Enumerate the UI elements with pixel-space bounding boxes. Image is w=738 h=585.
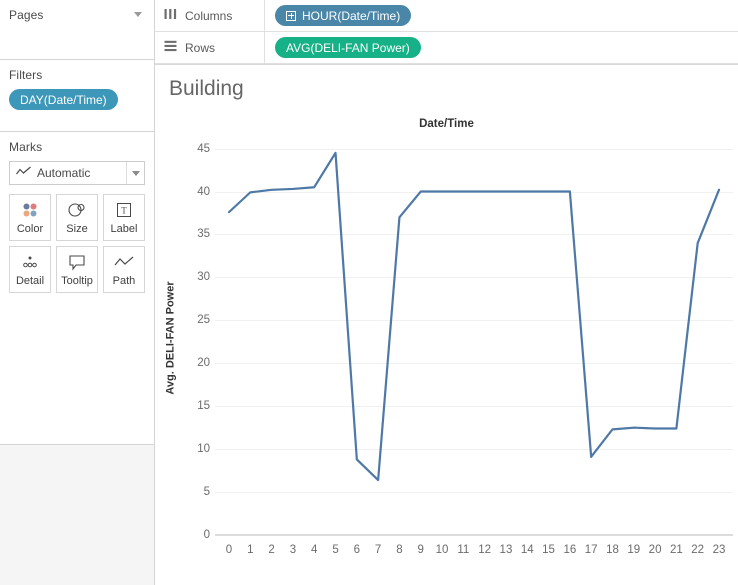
y-axis-tick-label: 10 [197,443,210,456]
marks-buttons-grid: Color Size T Label Detail Tooltip Path [9,194,145,293]
y-axis-tick-label: 20 [197,357,210,370]
marks-color-label: Color [16,223,44,235]
x-axis-tick-label: 21 [669,544,683,556]
x-axis-tick-label: 6 [353,544,361,556]
path-line-icon [114,252,134,272]
y-axis-tick-label: 45 [197,142,210,155]
marks-label-label: Label [110,223,138,235]
x-axis-tick-label: 22 [691,544,705,556]
gridline [215,535,733,536]
y-axis-tick-label: 30 [197,271,210,284]
series-line[interactable] [227,151,721,482]
x-axis-tick-label: 0 [225,544,233,556]
columns-shelf-header: Columns [155,0,265,31]
detail-dots-icon [20,252,40,272]
x-axis-tick-label: 16 [563,544,577,556]
marks-card-title: Marks [9,140,43,154]
rows-shelf-label: Rows [185,40,216,55]
filters-card-title: Filters [9,68,43,82]
y-axis-tick-label: 25 [197,314,210,327]
y-axis-tick-label: 0 [203,529,210,541]
marks-size-label: Size [66,223,88,235]
x-axis-tick-label: 2 [268,544,275,556]
y-axis-tick-label: 15 [197,400,210,413]
left-sidebar: Pages Filters DAY(Date/Time) Marks Autom… [0,0,155,585]
chevron-down-icon[interactable] [126,162,144,184]
x-axis-tick-label: 5 [332,544,339,556]
x-axis-tick-label: 17 [584,544,598,556]
chevron-down-icon[interactable] [134,12,142,17]
color-dots-icon [20,200,40,220]
size-circles-icon [67,200,87,220]
filters-card: Filters DAY(Date/Time) [0,60,154,132]
marks-detail-button[interactable]: Detail [9,246,51,293]
x-axis-field-label: Date/Time [419,118,474,130]
marks-label-button[interactable]: T Label [103,194,145,241]
marks-color-button[interactable]: Color [9,194,51,241]
rows-pill-label: AVG(DELI-FAN Power) [286,40,410,55]
y-axis-tick-label: 35 [197,228,210,241]
sidebar-empty-space [0,444,154,585]
columns-pill-hour-datetime[interactable]: HOUR(Date/Time) [275,5,412,26]
x-axis-tick-label: 1 [247,544,254,556]
x-axis-tick-label: 13 [499,544,513,556]
pages-card: Pages [0,0,154,60]
x-axis-tick-label: 20 [648,544,662,556]
columns-shelf-dropzone[interactable]: HOUR(Date/Time) [265,5,412,26]
rows-pill-avg-deli-fan-power[interactable]: AVG(DELI-FAN Power) [275,37,421,58]
marks-path-label: Path [112,275,136,287]
columns-shelf[interactable]: Columns HOUR(Date/Time) [155,0,738,32]
tableau-worksheet: Pages Filters DAY(Date/Time) Marks Autom… [0,0,738,585]
x-axis-tick-label: 19 [627,544,641,556]
line-series [227,151,721,482]
mark-type-label: Automatic [37,166,91,180]
chart-view: Building Date/Time Avg. DELI-FAN Power 0… [155,64,738,585]
x-axis-tick-label: 9 [417,544,424,556]
tooltip-bubble-icon [67,252,87,272]
page-title: Building [169,77,244,100]
y-axis-title: Avg. DELI-FAN Power [163,140,179,535]
marks-card: Marks Automatic Color Size T Label Detai… [0,132,154,445]
pages-card-title: Pages [9,8,44,22]
line-chart-icon [16,166,31,180]
marks-tooltip-button[interactable]: Tooltip [56,246,98,293]
y-axis-tick-label: 5 [203,486,210,499]
columns-icon [164,7,177,25]
x-axis-tick-label: 8 [396,544,403,556]
filter-pill-label: DAY(Date/Time) [20,92,107,107]
worksheet-main: Columns HOUR(Date/Time) Rows AVG(DELI-FA… [155,0,738,585]
expand-plus-icon[interactable] [286,10,296,21]
x-axis-tick-label: 3 [289,544,297,556]
marks-tooltip-label: Tooltip [61,275,93,287]
rows-shelf[interactable]: Rows AVG(DELI-FAN Power) [155,32,738,64]
marks-path-button[interactable]: Path [103,246,145,293]
x-axis-tick-label: 18 [606,544,619,556]
x-axis-tick-label: 7 [374,544,382,556]
x-axis-tick-label: 4 [311,544,318,556]
marks-size-button[interactable]: Size [56,194,98,241]
x-axis-tick-label: 12 [478,544,492,556]
x-axis-tick-label: 15 [542,544,555,556]
marks-detail-label: Detail [15,275,45,287]
x-axis-tick-label: 11 [457,544,470,556]
x-axis-tick-label: 10 [435,544,449,556]
x-axis-tick-label: 14 [520,544,534,556]
plot-area: 0 5 10 15 20 25 30 35 40 45 0 1 2 3 4 5 6 7 8 9 10 11 12 13 14 15… [197,140,733,556]
columns-shelf-label: Columns [185,8,233,23]
y-axis-tick-label: 40 [197,185,210,198]
rows-icon [164,39,177,57]
rows-shelf-header: Rows [155,32,265,63]
x-axis-tick-label: 23 [712,544,726,556]
shelves-container: Columns HOUR(Date/Time) Rows AVG(DELI-FA… [155,0,738,64]
filter-pill-day-datetime[interactable]: DAY(Date/Time) [9,89,118,110]
columns-pill-label: HOUR(Date/Time) [302,8,401,23]
y-axis-title-text: Avg. DELI-FAN Power [165,280,177,395]
label-text-icon: T [115,200,133,220]
svg-text:T: T [121,206,127,216]
mark-type-select[interactable]: Automatic [9,161,145,185]
rows-shelf-dropzone[interactable]: AVG(DELI-FAN Power) [265,37,421,58]
